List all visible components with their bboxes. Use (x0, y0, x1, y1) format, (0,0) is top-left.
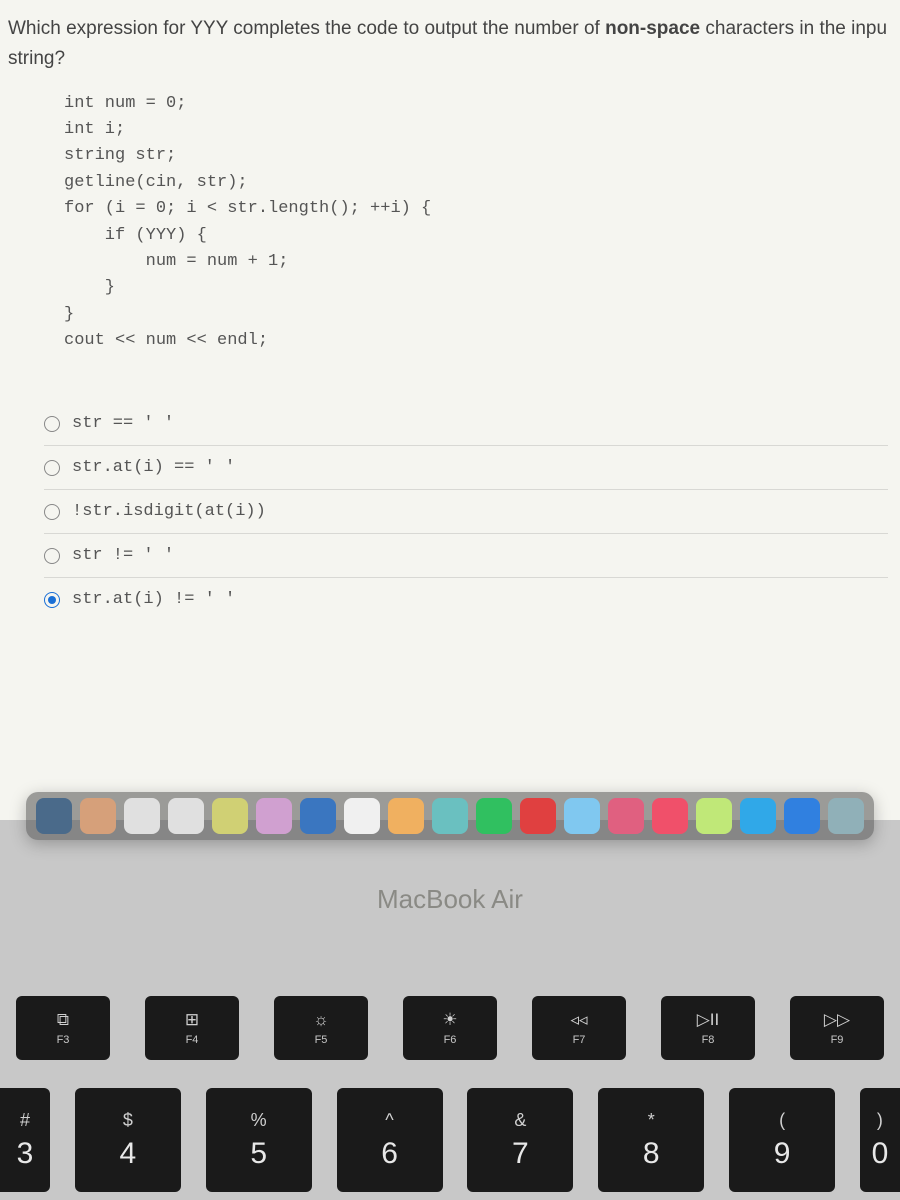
number-key-4[interactable]: $4 (75, 1088, 181, 1192)
question-line2: string? (8, 48, 65, 69)
keyboard-number-row: #3$4%5^6&7*8(9)0 (0, 1088, 900, 1192)
fn-key-f9[interactable]: ▷▷ F9 (790, 996, 884, 1060)
dock-wrap (0, 792, 900, 840)
dock-app-icon[interactable] (432, 798, 468, 834)
option-row-4[interactable]: str.at(i) != ' ' (44, 578, 888, 621)
question-part1: Which expression for YYY completes the c… (8, 18, 605, 39)
radio-button[interactable] (44, 460, 60, 476)
dock-app-icon[interactable] (36, 798, 72, 834)
key-number: 4 (120, 1137, 137, 1171)
key-number: 6 (381, 1137, 398, 1171)
radio-button[interactable] (44, 504, 60, 520)
option-label: str.at(i) == ' ' (72, 458, 235, 477)
fn-key-icon: ⧉ (57, 1010, 69, 1030)
fn-key-icon: ☼ (313, 1010, 329, 1030)
number-key-3[interactable]: #3 (0, 1088, 50, 1192)
key-symbol: % (251, 1110, 267, 1131)
fn-key-icon: ☀ (442, 1010, 457, 1030)
dock-app-icon[interactable] (564, 798, 600, 834)
fn-key-label: F7 (573, 1034, 586, 1046)
fn-key-f7[interactable]: ◃◃ F7 (532, 996, 626, 1060)
dock-app-icon[interactable] (476, 798, 512, 834)
key-symbol: ( (779, 1110, 785, 1131)
option-row-3[interactable]: str != ' ' (44, 534, 888, 578)
dock-app-icon[interactable] (124, 798, 160, 834)
question-text: Which expression for YYY completes the c… (8, 14, 888, 75)
dock-app-icon[interactable] (212, 798, 248, 834)
dock-app-icon[interactable] (520, 798, 556, 834)
key-number: 0 (872, 1137, 889, 1171)
key-symbol: ) (877, 1110, 883, 1131)
dock-app-icon[interactable] (256, 798, 292, 834)
fn-key-label: F4 (186, 1034, 199, 1046)
key-symbol: * (648, 1110, 655, 1131)
fn-key-f3[interactable]: ⧉ F3 (16, 996, 110, 1060)
key-symbol: & (514, 1110, 526, 1131)
number-key-7[interactable]: &7 (467, 1088, 573, 1192)
dock-app-icon[interactable] (80, 798, 116, 834)
radio-button[interactable] (44, 416, 60, 432)
option-row-1[interactable]: str.at(i) == ' ' (44, 446, 888, 490)
dock-app-icon[interactable] (168, 798, 204, 834)
number-key-6[interactable]: ^6 (337, 1088, 443, 1192)
dock-app-icon[interactable] (300, 798, 336, 834)
number-key-5[interactable]: %5 (206, 1088, 312, 1192)
macbook-label: MacBook Air (0, 884, 900, 915)
key-number: 5 (250, 1137, 267, 1171)
number-key-8[interactable]: *8 (598, 1088, 704, 1192)
dock-app-icon[interactable] (388, 798, 424, 834)
radio-button[interactable] (44, 592, 60, 608)
fn-key-label: F5 (315, 1034, 328, 1046)
fn-key-icon: ▷▷ (824, 1010, 850, 1030)
keyboard-fn-row: ⧉ F3 ⊞ F4 ☼ F5 ☀ F6 ◃◃ F7 ▷II F8 ▷▷ F9 (0, 996, 900, 1060)
option-label: !str.isdigit(at(i)) (72, 502, 266, 521)
number-key-9[interactable]: (9 (729, 1088, 835, 1192)
key-symbol: ^ (385, 1110, 393, 1131)
dock-app-icon[interactable] (608, 798, 644, 834)
code-block: int num = 0; int i; string str; getline(… (64, 91, 888, 354)
key-number: 8 (643, 1137, 660, 1171)
option-label: str.at(i) != ' ' (72, 590, 235, 609)
options-list: str == ' ' str.at(i) == ' ' !str.isdigit(a… (44, 402, 888, 621)
key-number: 3 (17, 1137, 34, 1171)
key-number: 9 (774, 1137, 791, 1171)
key-symbol: # (20, 1110, 30, 1131)
dock-app-icon[interactable] (740, 798, 776, 834)
fn-key-f5[interactable]: ☼ F5 (274, 996, 368, 1060)
option-row-2[interactable]: !str.isdigit(at(i)) (44, 490, 888, 534)
key-number: 7 (512, 1137, 529, 1171)
fn-key-icon: ⊞ (185, 1010, 199, 1030)
dock-app-icon[interactable] (696, 798, 732, 834)
fn-key-label: F8 (702, 1034, 715, 1046)
option-label: str == ' ' (72, 414, 174, 433)
question-part2: characters in the inpu (700, 18, 887, 39)
fn-key-label: F6 (444, 1034, 457, 1046)
macos-dock[interactable] (26, 792, 874, 840)
key-symbol: $ (123, 1110, 133, 1131)
fn-key-icon: ▷II (697, 1010, 720, 1030)
dock-app-icon[interactable] (344, 798, 380, 834)
dock-app-icon[interactable] (784, 798, 820, 834)
fn-key-f8[interactable]: ▷II F8 (661, 996, 755, 1060)
fn-key-icon: ◃◃ (570, 1010, 587, 1030)
quiz-screen: Which expression for YYY completes the c… (0, 0, 900, 820)
radio-button[interactable] (44, 548, 60, 564)
question-bold: non-space (605, 18, 700, 39)
fn-key-f4[interactable]: ⊞ F4 (145, 996, 239, 1060)
fn-key-label: F9 (831, 1034, 844, 1046)
option-row-0[interactable]: str == ' ' (44, 402, 888, 446)
fn-key-f6[interactable]: ☀ F6 (403, 996, 497, 1060)
dock-app-icon[interactable] (828, 798, 864, 834)
option-label: str != ' ' (72, 546, 174, 565)
number-key-0[interactable]: )0 (860, 1088, 900, 1192)
fn-key-label: F3 (57, 1034, 70, 1046)
dock-app-icon[interactable] (652, 798, 688, 834)
